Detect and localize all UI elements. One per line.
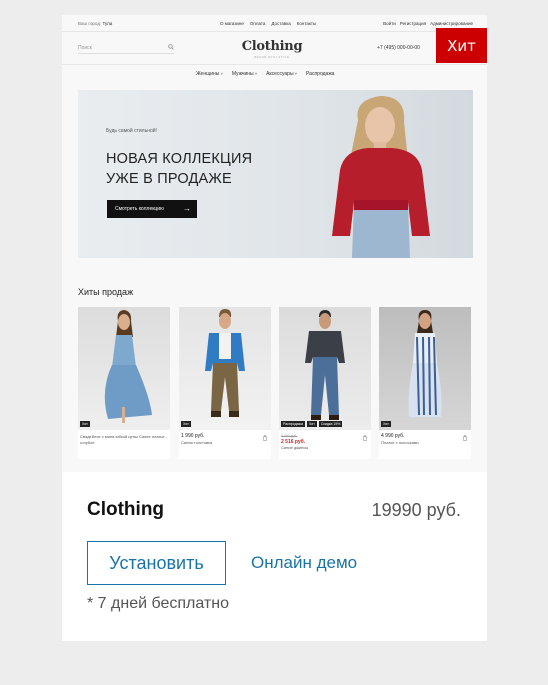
register-link[interactable]: Регистрация — [400, 21, 426, 26]
hero-title-line1: НОВАЯ КОЛЛЕКЦИЯ — [106, 151, 253, 167]
topbar-links: О магазине Оплата Доставка Контакты — [220, 21, 316, 26]
admin-link[interactable]: Администрирование — [430, 21, 473, 26]
site-logo[interactable]: Clothing — [222, 39, 322, 54]
search-placeholder: Поиск — [78, 45, 92, 51]
search-icon — [168, 44, 174, 50]
online-demo-link[interactable]: Онлайн демо — [251, 553, 357, 573]
site-search-input[interactable]: Поиск — [78, 42, 174, 54]
product-card[interactable]: Хит Свадебное с мини-юбкой цены Синее пл… — [78, 307, 170, 459]
product-info: Свадебное с мини-юбкой цены Синее платье… — [80, 434, 168, 445]
product-badges: Хит — [80, 421, 90, 427]
topbar-divider — [62, 31, 487, 32]
bestseller-badge: Хит — [436, 28, 487, 63]
header-divider — [62, 64, 487, 65]
view-collection-label: Смотреть коллекцию — [115, 206, 164, 212]
account-links: Войти Регистрация Администрирование — [383, 21, 473, 26]
product-name[interactable]: Синяя толстовка — [181, 440, 269, 446]
site-phone[interactable]: +7 (495) 000-00-00 — [377, 45, 420, 51]
nav-item-accessories[interactable]: Аксессуары — [266, 71, 297, 77]
product-badge: Хит — [306, 421, 317, 427]
cart-icon[interactable] — [262, 435, 268, 441]
theme-card: Ваш город: Тула О магазине Оплата Достав… — [62, 15, 487, 641]
site-logo-tagline: BRAND WITH STYLE — [254, 55, 290, 59]
product-card[interactable]: Хит 4 990 руб. Платье с полосками — [379, 307, 471, 459]
hero-title-line2: УЖЕ В ПРОДАЖЕ — [106, 171, 232, 187]
install-button[interactable]: Установить — [87, 541, 226, 585]
topbar-link-delivery[interactable]: Доставка — [271, 21, 290, 26]
hero-title: НОВАЯ КОЛЛЕКЦИЯ УЖЕ В ПРОДАЖЕ — [106, 149, 306, 189]
site-nav: Женщины Мужчины Аксессуары Распродажа — [196, 71, 334, 77]
hero-tagline: Будь самой стильной! — [106, 128, 157, 134]
product-badges: Распродажа Хит Скидка 15% — [281, 421, 343, 427]
city-value: Тула — [102, 21, 113, 26]
cart-icon[interactable] — [362, 435, 368, 441]
theme-price: 19990 руб. — [371, 500, 461, 520]
login-link[interactable]: Войти — [383, 21, 396, 26]
arrow-right-icon: → — [183, 204, 191, 213]
product-info: 1 990 руб. Синяя толстовка — [181, 433, 269, 446]
product-badge: Распродажа — [281, 421, 305, 427]
city-label: Ваш город: — [78, 21, 102, 26]
product-info: 3 490 руб. 2 516 руб. Синие джинсы — [281, 434, 369, 451]
product-info: 4 990 руб. Платье с полосками — [381, 433, 469, 446]
product-badge: Хит — [80, 421, 90, 427]
hero-model-image — [332, 96, 430, 258]
product-name[interactable]: Синие джинсы — [281, 445, 369, 451]
trial-note: * 7 дней бесплатно — [87, 595, 229, 612]
bestsellers-title: Хиты продаж — [78, 287, 134, 297]
product-image — [379, 307, 471, 430]
theme-preview[interactable]: Ваш город: Тула О магазине Оплата Достав… — [62, 15, 487, 472]
view-collection-button[interactable]: Смотреть коллекцию → — [107, 200, 197, 218]
product-badges: Хит — [181, 421, 191, 427]
product-badge: Хит — [181, 421, 191, 427]
product-image — [78, 307, 170, 430]
topbar-link-payment[interactable]: Оплата — [250, 21, 265, 26]
nav-item-women[interactable]: Женщины — [196, 71, 223, 77]
cart-icon[interactable] — [462, 435, 468, 441]
product-badges: Хит — [381, 421, 391, 427]
product-name[interactable]: Свадебное с мини-юбкой цены Синее платье… — [80, 434, 168, 445]
city-selector[interactable]: Ваш город: Тула — [78, 21, 112, 26]
topbar-link-contacts[interactable]: Контакты — [297, 21, 316, 26]
nav-item-men[interactable]: Мужчины — [232, 71, 257, 77]
product-image — [179, 307, 271, 430]
product-name[interactable]: Платье с полосками — [381, 440, 469, 446]
product-card[interactable]: Хит 1 990 руб. Синяя толстовка — [179, 307, 271, 459]
product-image — [279, 307, 371, 430]
topbar-link-about[interactable]: О магазине — [220, 21, 244, 26]
site-topbar: Ваш город: Тула О магазине Оплата Достав… — [78, 19, 473, 29]
product-card[interactable]: Распродажа Хит Скидка 15% 3 490 руб. 2 5… — [279, 307, 371, 459]
theme-name: Clothing — [87, 499, 165, 520]
hero-banner: Будь самой стильной! НОВАЯ КОЛЛЕКЦИЯ УЖЕ… — [78, 90, 473, 258]
product-badge: Хит — [381, 421, 391, 427]
product-badge: Скидка 15% — [318, 421, 343, 427]
nav-item-sale[interactable]: Распродажа — [306, 71, 334, 77]
